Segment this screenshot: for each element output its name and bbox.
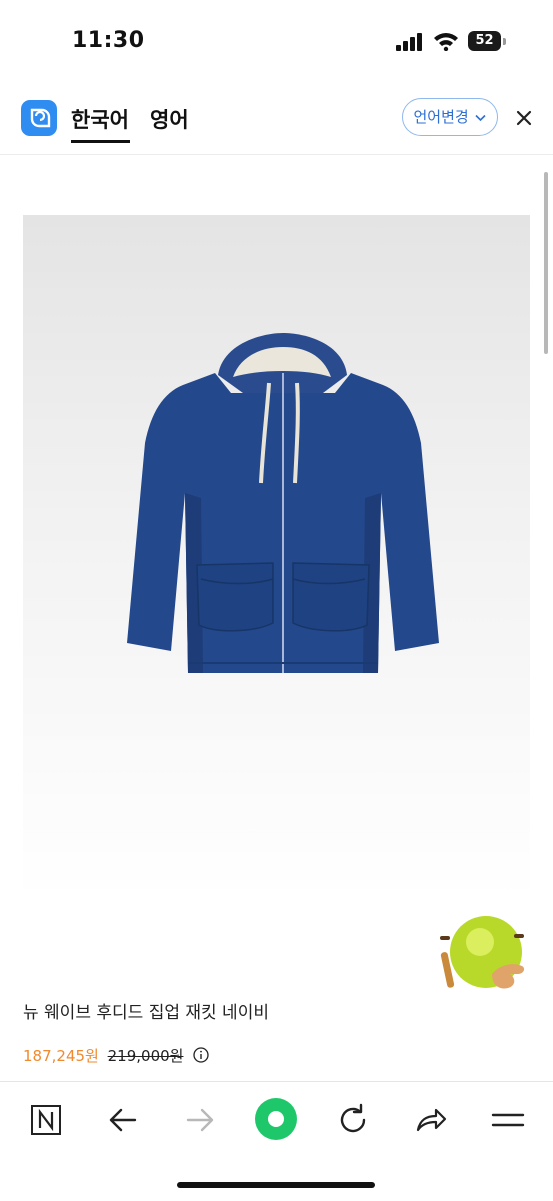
translate-header: 한국어 영어 언어변경 [0, 80, 553, 155]
page-scrollbar[interactable] [544, 172, 548, 354]
status-time: 11:30 [72, 28, 145, 53]
home-indicator[interactable] [177, 1182, 375, 1188]
green-ball-sticker-icon[interactable] [434, 912, 530, 998]
naver-n-icon[interactable] [26, 1100, 66, 1140]
wifi-icon [434, 33, 458, 51]
battery-percent: 52 [475, 33, 494, 48]
jacket-illustration [127, 333, 439, 673]
share-icon[interactable] [410, 1100, 450, 1140]
tab-korean[interactable]: 한국어 [71, 104, 129, 134]
product-image[interactable] [23, 215, 530, 899]
info-icon[interactable] [193, 1046, 209, 1063]
original-price: 219,000원 [107, 1047, 184, 1065]
selected-tab-indicator [71, 140, 130, 143]
status-bar: 11:30 52 [0, 0, 553, 80]
product-title[interactable]: 뉴 웨이브 후디드 집업 재킷 네이비 [23, 998, 269, 1023]
menu-icon[interactable] [488, 1100, 528, 1140]
forward-arrow-icon[interactable] [180, 1100, 220, 1140]
change-language-label: 언어변경 [413, 108, 469, 126]
tab-english[interactable]: 영어 [150, 104, 189, 134]
change-language-button[interactable]: 언어변경 [402, 98, 498, 136]
reload-icon[interactable] [333, 1100, 373, 1140]
sale-price: 187,245원 [23, 1047, 99, 1065]
green-dot-icon[interactable] [254, 1097, 298, 1141]
battery-icon: 52 [468, 31, 506, 51]
back-arrow-icon[interactable] [103, 1100, 143, 1140]
translate-app-icon [21, 100, 57, 136]
cellular-signal-icon [396, 33, 422, 51]
chevron-down-icon [475, 114, 487, 121]
close-icon[interactable] [512, 106, 536, 130]
price-row: 187,245원 219,000원 [23, 1045, 209, 1066]
